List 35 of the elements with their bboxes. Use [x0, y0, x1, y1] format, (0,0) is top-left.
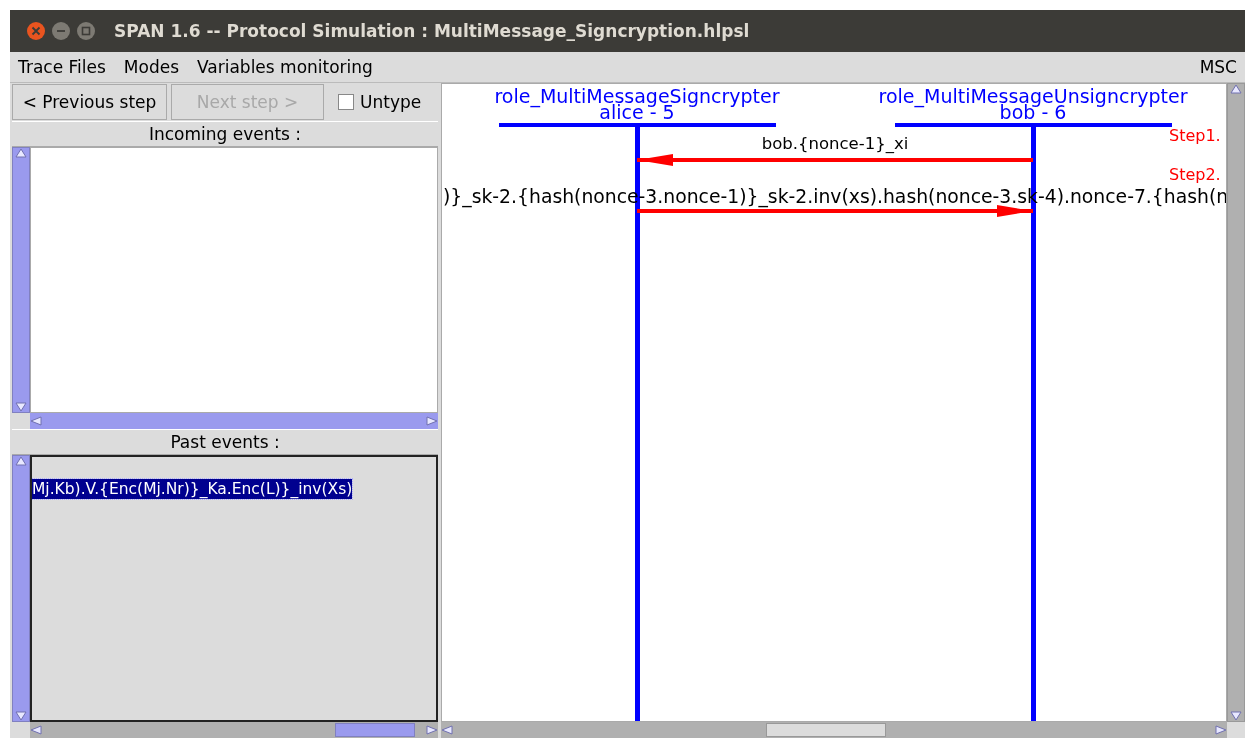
up-arrow-icon: [15, 148, 27, 158]
right-arrow-icon: [426, 416, 438, 426]
scrollbar[interactable]: [1227, 83, 1245, 722]
scrollbar[interactable]: [30, 413, 438, 429]
right-arrow-icon: [1215, 725, 1227, 735]
minimize-icon[interactable]: [51, 21, 71, 41]
menu-item[interactable]: Modes: [123, 57, 179, 77]
menu-item[interactable]: Variables monitoring: [197, 57, 373, 77]
step-label: Step1.: [1169, 127, 1221, 145]
scrollbar[interactable]: [30, 722, 438, 738]
section-header: Past events :: [12, 429, 438, 455]
scrollbar[interactable]: [441, 722, 1227, 738]
left-arrow-icon: [30, 416, 42, 426]
message-label: bob.{nonce-1}_xi: [761, 135, 909, 154]
right-arrow-icon: [426, 725, 438, 735]
scrollbar[interactable]: [12, 147, 30, 413]
menu-item[interactable]: Trace Files: [18, 57, 106, 77]
down-arrow-icon: [1230, 711, 1242, 721]
window-title: SPAN 1.6 -- Protocol Simulation : MultiMessage_Signcryption.hlpsl: [114, 21, 750, 41]
up-arrow-icon: [15, 456, 27, 466]
left-arrow-icon: [30, 725, 42, 735]
scrollbar[interactable]: [12, 455, 30, 722]
untype-checkbox[interactable]: [338, 94, 354, 110]
step-label: Step2.: [1169, 166, 1221, 184]
event-item[interactable]: Mj.Kb).V.{Enc(Mj.Nr)}_Ka.Enc(L)}_inv(Xs): [32, 479, 353, 499]
menu-item[interactable]: MSC: [1199, 57, 1237, 77]
previous-step-button[interactable]: < Previous step: [12, 84, 167, 120]
left-arrow-icon: [441, 725, 453, 735]
section-header: Incoming events :: [12, 121, 438, 147]
close-icon[interactable]: [26, 21, 46, 41]
down-arrow-icon: [15, 402, 27, 412]
maximize-icon[interactable]: [76, 21, 96, 41]
checkbox-label: Untype: [360, 92, 422, 112]
down-arrow-icon: [15, 711, 27, 721]
up-arrow-icon: [1230, 84, 1242, 94]
